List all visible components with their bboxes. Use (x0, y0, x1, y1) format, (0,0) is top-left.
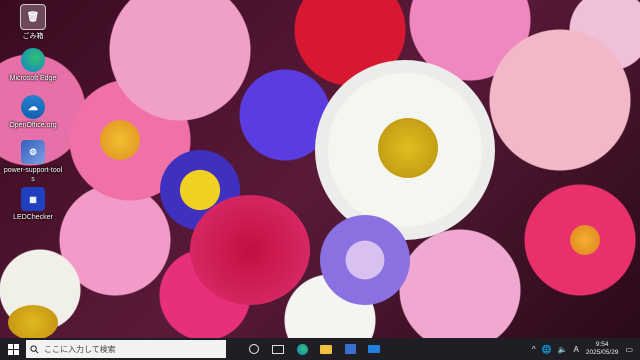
search-icon (30, 344, 39, 353)
daisy-center-left (8, 305, 58, 338)
edge-icon (21, 48, 45, 72)
ime-indicator[interactable]: A (574, 345, 579, 354)
start-button[interactable] (0, 338, 26, 360)
taskbar-clock[interactable]: 9:54 2025/05/29 (586, 341, 619, 357)
network-icon[interactable]: 🌐 (542, 345, 552, 354)
taskbar-store[interactable] (338, 338, 362, 360)
taskbar: ここに入力して検索 ^ 🌐 🔈 A 9:54 2025/05/29 ▭ (0, 338, 640, 360)
lavender-aster (320, 215, 410, 305)
cortana-button[interactable] (242, 338, 266, 360)
mail-icon (368, 345, 380, 353)
red-dahlia (190, 195, 310, 305)
store-icon (344, 344, 356, 354)
tray-overflow-button[interactable]: ^ (532, 345, 536, 354)
taskbar-edge[interactable] (290, 338, 314, 360)
desktop-icon-support-tool[interactable]: ⚙ power-support-tools (3, 140, 63, 184)
desktop-icon-edge[interactable]: Microsoft Edge (3, 48, 63, 83)
cortana-circle-icon (249, 344, 259, 354)
windows-logo-icon (7, 343, 19, 355)
daisy-center (378, 118, 438, 178)
task-view-button[interactable] (266, 338, 290, 360)
task-view-icon (272, 344, 284, 354)
edge-icon (296, 343, 308, 355)
led-icon: ▦ (21, 187, 45, 211)
clock-date: 2025/05/29 (585, 349, 619, 356)
recycle-bin-icon: 🗑 (20, 4, 46, 30)
desktop-icon-openoffice[interactable]: ☁ OpenOffice.org (3, 95, 63, 130)
aster-center-right (570, 225, 600, 255)
desktop-wallpaper (0, 0, 640, 338)
clock-time: 9:54 (595, 341, 609, 348)
aster-center (100, 120, 140, 160)
taskbar-search-box[interactable]: ここに入力して検索 (26, 340, 226, 358)
desktop-icon-ledchecker[interactable]: ▦ LEDChecker (3, 187, 63, 222)
notification-icon[interactable]: ▭ (625, 345, 633, 354)
search-placeholder: ここに入力して検索 (44, 344, 116, 354)
volume-icon[interactable]: 🔈 (558, 345, 568, 354)
taskbar-file-explorer[interactable] (314, 338, 338, 360)
taskbar-mail[interactable] (362, 338, 386, 360)
folder-icon (320, 344, 332, 354)
desktop-icon-recycle-bin[interactable]: 🗑 ごみ箱 (3, 4, 63, 41)
app-icon: ⚙ (21, 140, 45, 164)
openoffice-icon: ☁ (21, 95, 45, 119)
system-tray: ^ 🌐 🔈 A 9:54 2025/05/29 ▭ (529, 338, 636, 360)
